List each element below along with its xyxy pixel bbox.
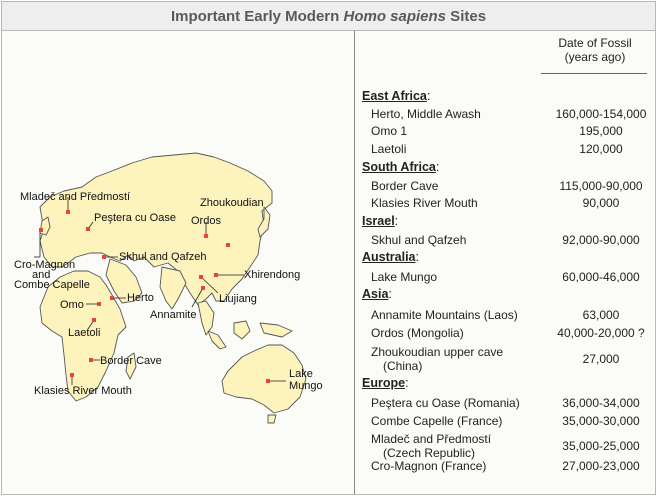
label-zhoukoudian: Zhoukoudian — [200, 197, 264, 209]
site-name: Border Cave — [371, 179, 439, 193]
site-name: Laetoli — [371, 142, 407, 156]
label-xhirendong: Xhirendong — [244, 269, 301, 281]
fossil-date: 63,000 — [582, 308, 620, 322]
label-mladec: Mladeč and Předmostí — [20, 191, 131, 203]
region-colon: : — [426, 89, 431, 103]
fossil-date: 60,000-46,000 — [562, 270, 640, 284]
site-name: Ordos (Mongolia) — [371, 326, 464, 340]
region-name: Asia — [362, 287, 389, 301]
date-header-line1: Date of Fossil — [558, 36, 632, 50]
region-heading: East Africa: — [362, 89, 430, 103]
region-colon: : — [415, 250, 419, 264]
region-heading: Asia: — [362, 287, 392, 301]
region-name: Israel — [362, 214, 395, 228]
title-text-end: Sites — [446, 8, 487, 25]
borneo-landmass — [233, 320, 251, 340]
region-heading: South Africa: — [362, 160, 439, 174]
label-liujiang: Liujiang — [219, 293, 257, 305]
marker-klasies — [70, 373, 74, 377]
newguinea-landmass — [259, 322, 293, 338]
site-name: Herto, Middle Awash — [371, 107, 481, 121]
marker-border — [89, 358, 93, 362]
marker-pestera — [86, 227, 90, 231]
label-border-cave: Border Cave — [100, 355, 162, 367]
region-name: Australia — [362, 250, 416, 264]
label-laetoli: Laetoli — [68, 327, 101, 339]
region-name: East Africa — [362, 89, 427, 103]
fossil-date: 27,000-23,000 — [562, 459, 640, 473]
label-omo: Omo — [60, 299, 84, 311]
site-name-country: (China) — [383, 359, 423, 373]
label-pestera: Peştera cu Oase — [94, 212, 176, 224]
fossil-date: 195,000 — [579, 124, 623, 138]
region-colon: : — [394, 214, 399, 228]
fossil-date: 27,000 — [582, 352, 620, 366]
figure-title: Important Early Modern Homo sapiens Site… — [2, 2, 655, 31]
tasmania-landmass — [267, 414, 277, 424]
fossil-date: 35,000-30,000 — [562, 414, 640, 428]
label-klasies: Klasies River Mouth — [34, 385, 132, 397]
title-text: Important Early Modern — [170, 8, 344, 25]
label-cromagnon-3: Combe Capelle — [14, 279, 90, 291]
marker-skhul — [102, 255, 106, 259]
fossil-date: 160,000-154,000 — [555, 107, 647, 121]
site-name: Klasies River Mouth — [371, 196, 478, 210]
map-panel: Mladeč and Předmostí Peştera cu Oase Zho… — [2, 31, 354, 494]
fossil-date: 120,000 — [579, 142, 623, 156]
label-annamite: Annamite — [150, 309, 197, 321]
region-name: Europe — [362, 376, 406, 390]
marker-xhirendong — [214, 273, 218, 277]
region-name: South Africa — [362, 160, 436, 174]
region-heading: Europe: — [362, 376, 409, 390]
title-species: Homo sapiens — [343, 8, 447, 25]
region-colon: : — [388, 287, 392, 301]
marker-omo — [97, 302, 101, 306]
site-name: Omo 1 — [371, 124, 408, 138]
marker-cromagnon — [39, 228, 43, 232]
figure-frame: Important Early Modern Homo sapiens Site… — [1, 1, 656, 495]
fossil-date: 92,000-90,000 — [562, 233, 640, 247]
header-underline — [541, 73, 647, 74]
marker-ordos — [204, 234, 208, 238]
site-name-country: (Czech Republic) — [383, 446, 476, 460]
region-colon: : — [405, 376, 409, 390]
site-name: Skhul and Qafzeh — [371, 233, 467, 247]
site-name: Cro-Magnon (France) — [371, 459, 487, 473]
fossil-date: 115,000-90,000 — [559, 179, 643, 193]
label-mungo: Mungo — [289, 380, 323, 392]
fossil-date: 35,000-25,000 — [562, 439, 640, 453]
site-name: Lake Mungo — [371, 270, 438, 284]
marker-herto — [110, 296, 114, 300]
fossil-date: 36,000-34,000 — [562, 396, 640, 410]
site-name: Zhoukoudian upper cave (China) — [371, 345, 504, 373]
sea-landmass — [197, 300, 215, 336]
label-lake: Lake — [289, 368, 313, 380]
site-name: Peştera cu Oase (Romania) — [371, 396, 520, 410]
marker-zhoukoudian — [226, 243, 230, 247]
label-ordos: Ordos — [191, 215, 221, 227]
site-name: Mladeč and Předmostí (Czech Republic) — [371, 432, 492, 460]
site-name: Combe Capelle (France) — [371, 414, 503, 428]
region-heading: Australia: — [362, 250, 419, 264]
label-herto: Herto — [127, 292, 154, 304]
site-name: Annamite Mountains (Laos) — [371, 308, 518, 322]
marker-annamite — [201, 286, 205, 290]
marker-liujiang — [199, 275, 203, 279]
fossil-date: 40,000-20,000 ? — [557, 326, 645, 340]
label-skhul: Skhul and Qafzeh — [119, 251, 207, 263]
marker-mungo — [266, 379, 270, 383]
marker-mladec — [66, 210, 70, 214]
sites-table: Date of Fossil (years ago) East Africa: H… — [355, 31, 655, 494]
marker-laetoli — [92, 318, 96, 322]
date-header-line2: (years ago) — [564, 50, 626, 64]
fossil-date: 90,000 — [582, 196, 620, 210]
region-colon: : — [435, 160, 440, 174]
sumatra-landmass — [207, 330, 227, 350]
region-heading: Israel: — [362, 214, 398, 228]
